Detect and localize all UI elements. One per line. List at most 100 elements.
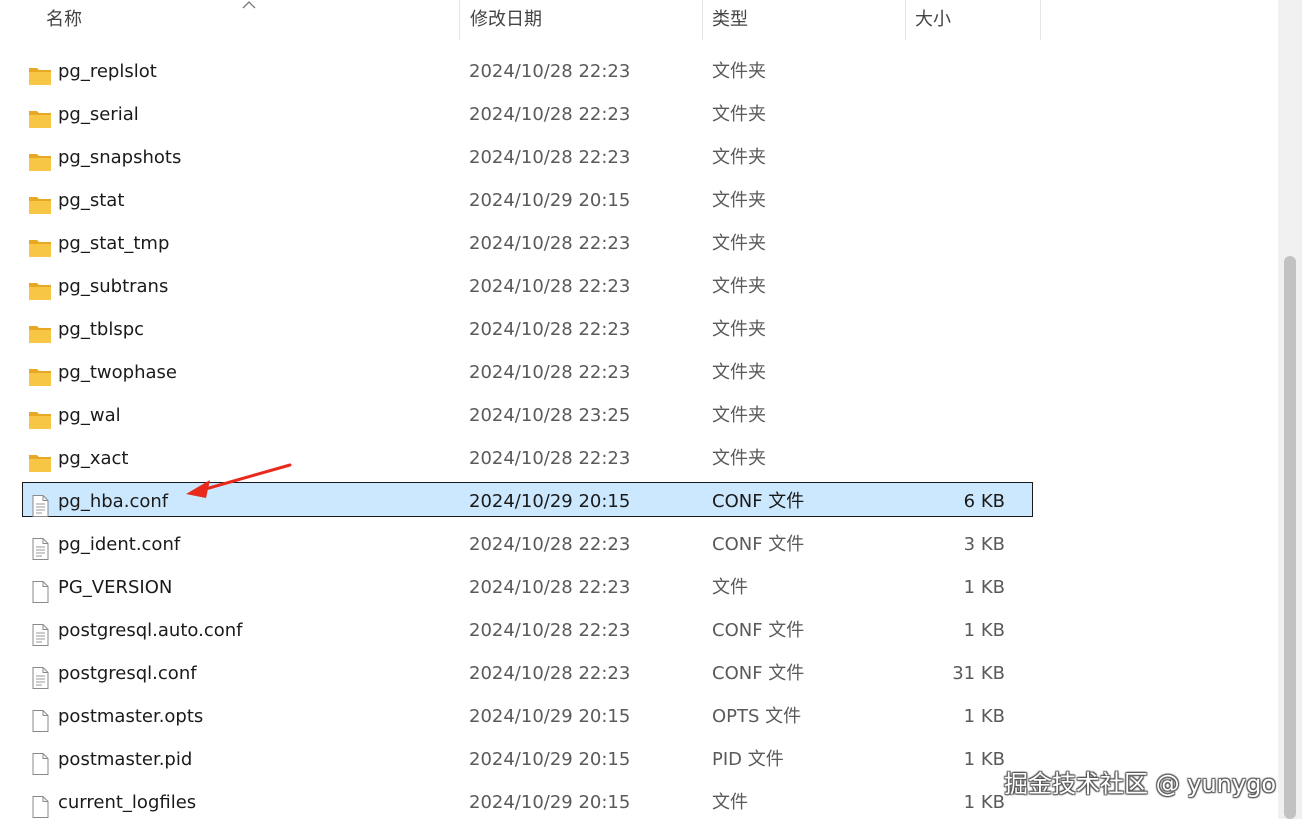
file-type: CONF 文件 <box>712 491 805 512</box>
file-modified-date: 2024/10/28 22:23 <box>469 104 631 125</box>
file-row[interactable]: postgresql.conf 2024/10/28 22:23 CONF 文件 31… <box>0 652 1278 695</box>
file-row[interactable]: pg_stat 2024/10/29 20:15 文件夹 <box>0 179 1278 222</box>
file-type: 文件 <box>712 792 748 813</box>
file-size: 3 KB <box>963 534 1005 555</box>
file-name: pg_tblspc <box>58 319 145 340</box>
file-name: pg_subtrans <box>58 276 169 297</box>
folder-icon <box>28 275 52 300</box>
file-type: 文件夹 <box>712 405 766 426</box>
file-type: 文件夹 <box>712 362 766 383</box>
file-size: 1 KB <box>963 577 1005 598</box>
file-modified-date: 2024/10/28 22:23 <box>469 319 631 340</box>
file-modified-date: 2024/10/29 20:15 <box>469 706 631 727</box>
file-modified-date: 2024/10/28 22:23 <box>469 448 631 469</box>
file-size: 6 KB <box>963 491 1005 512</box>
file-size: 1 KB <box>963 620 1005 641</box>
file-modified-date: 2024/10/29 20:15 <box>469 749 631 770</box>
file-row[interactable]: pg_xact 2024/10/28 22:23 文件夹 <box>0 437 1278 480</box>
file-name: pg_hba.conf <box>58 491 169 512</box>
file-name: PG_VERSION <box>58 577 173 598</box>
file-name: pg_xact <box>58 448 129 469</box>
file-name: postgresql.auto.conf <box>58 620 243 641</box>
file-size: 1 KB <box>963 749 1005 770</box>
file-row[interactable]: pg_hba.conf 2024/10/29 20:15 CONF 文件 6 KB <box>0 480 1278 523</box>
file-type: 文件夹 <box>712 104 766 125</box>
scrollbar-thumb[interactable] <box>1284 256 1296 819</box>
file-row[interactable]: pg_snapshots 2024/10/28 22:23 文件夹 <box>0 136 1278 179</box>
file-type: PID 文件 <box>712 749 784 770</box>
file-name: postgresql.conf <box>58 663 197 684</box>
vertical-scrollbar[interactable] <box>1278 0 1302 819</box>
file-modified-date: 2024/10/28 22:23 <box>469 534 631 555</box>
file-name: pg_stat_tmp <box>58 233 170 254</box>
folder-icon <box>28 318 52 343</box>
file-name: postmaster.pid <box>58 749 193 770</box>
text-file-icon <box>28 490 52 517</box>
file-modified-date: 2024/10/28 22:23 <box>469 620 631 641</box>
file-row[interactable]: pg_serial 2024/10/28 22:23 文件夹 <box>0 93 1278 136</box>
file-modified-date: 2024/10/28 22:23 <box>469 61 631 82</box>
file-name: pg_stat <box>58 190 125 211</box>
file-modified-date: 2024/10/29 20:15 <box>469 190 631 211</box>
column-divider[interactable] <box>459 0 460 40</box>
blank-file-icon <box>28 748 52 775</box>
file-name: pg_ident.conf <box>58 534 181 555</box>
file-row[interactable]: postmaster.opts 2024/10/29 20:15 OPTS 文件 1 … <box>0 695 1278 738</box>
column-header-type[interactable]: 类型 <box>712 0 748 40</box>
file-type: CONF 文件 <box>712 663 805 684</box>
folder-icon <box>28 189 52 214</box>
file-modified-date: 2024/10/28 23:25 <box>469 405 631 426</box>
column-divider[interactable] <box>905 0 906 40</box>
text-file-icon <box>28 533 52 560</box>
file-type: CONF 文件 <box>712 620 805 641</box>
column-header-date[interactable]: 修改日期 <box>470 0 542 40</box>
column-header-size[interactable]: 大小 <box>915 0 951 40</box>
file-row[interactable]: pg_tblspc 2024/10/28 22:23 文件夹 <box>0 308 1278 351</box>
file-explorer-window: 名称 修改日期 类型 大小 pg_replslot 2024/10/28 22:2… <box>0 0 1302 819</box>
text-file-icon <box>28 619 52 646</box>
file-type: 文件夹 <box>712 147 766 168</box>
file-size: 31 KB <box>952 663 1005 684</box>
file-row[interactable]: pg_wal 2024/10/28 23:25 文件夹 <box>0 394 1278 437</box>
file-row[interactable]: postgresql.auto.conf 2024/10/28 22:23 CONF… <box>0 609 1278 652</box>
file-modified-date: 2024/10/29 20:15 <box>469 491 631 512</box>
file-row[interactable]: PG_VERSION 2024/10/28 22:23 文件 1 KB <box>0 566 1278 609</box>
file-row[interactable]: pg_subtrans 2024/10/28 22:23 文件夹 <box>0 265 1278 308</box>
blank-file-icon <box>28 705 52 732</box>
file-modified-date: 2024/10/28 22:23 <box>469 577 631 598</box>
file-type: 文件夹 <box>712 61 766 82</box>
column-divider[interactable] <box>1040 0 1041 40</box>
folder-icon <box>28 404 52 429</box>
file-list: pg_replslot 2024/10/28 22:23 文件夹 pg_serial 2… <box>0 50 1278 819</box>
file-type: OPTS 文件 <box>712 706 802 727</box>
folder-icon <box>28 447 52 472</box>
file-modified-date: 2024/10/28 22:23 <box>469 362 631 383</box>
watermark: 掘金技术社区 @ yunygo <box>1004 770 1277 798</box>
file-modified-date: 2024/10/28 22:23 <box>469 147 631 168</box>
column-divider[interactable] <box>702 0 703 40</box>
file-name: pg_snapshots <box>58 147 182 168</box>
file-modified-date: 2024/10/28 22:23 <box>469 276 631 297</box>
file-row[interactable]: pg_twophase 2024/10/28 22:23 文件夹 <box>0 351 1278 394</box>
file-name: pg_wal <box>58 405 121 426</box>
file-size: 1 KB <box>963 792 1005 813</box>
file-modified-date: 2024/10/28 22:23 <box>469 233 631 254</box>
file-type: 文件夹 <box>712 276 766 297</box>
sort-ascending-icon <box>242 1 256 9</box>
text-file-icon <box>28 662 52 689</box>
column-header-name[interactable]: 名称 <box>46 0 82 40</box>
blank-file-icon <box>28 791 52 818</box>
file-name: pg_serial <box>58 104 139 125</box>
folder-icon <box>28 146 52 171</box>
file-type: 文件夹 <box>712 319 766 340</box>
file-row[interactable]: pg_ident.conf 2024/10/28 22:23 CONF 文件 3 KB <box>0 523 1278 566</box>
file-name: pg_twophase <box>58 362 177 383</box>
file-type: CONF 文件 <box>712 534 805 555</box>
file-type: 文件夹 <box>712 448 766 469</box>
file-type: 文件夹 <box>712 233 766 254</box>
file-type: 文件 <box>712 577 748 598</box>
file-name: postmaster.opts <box>58 706 204 727</box>
file-row[interactable]: pg_replslot 2024/10/28 22:23 文件夹 <box>0 50 1278 93</box>
file-row[interactable]: pg_stat_tmp 2024/10/28 22:23 文件夹 <box>0 222 1278 265</box>
folder-icon <box>28 103 52 128</box>
